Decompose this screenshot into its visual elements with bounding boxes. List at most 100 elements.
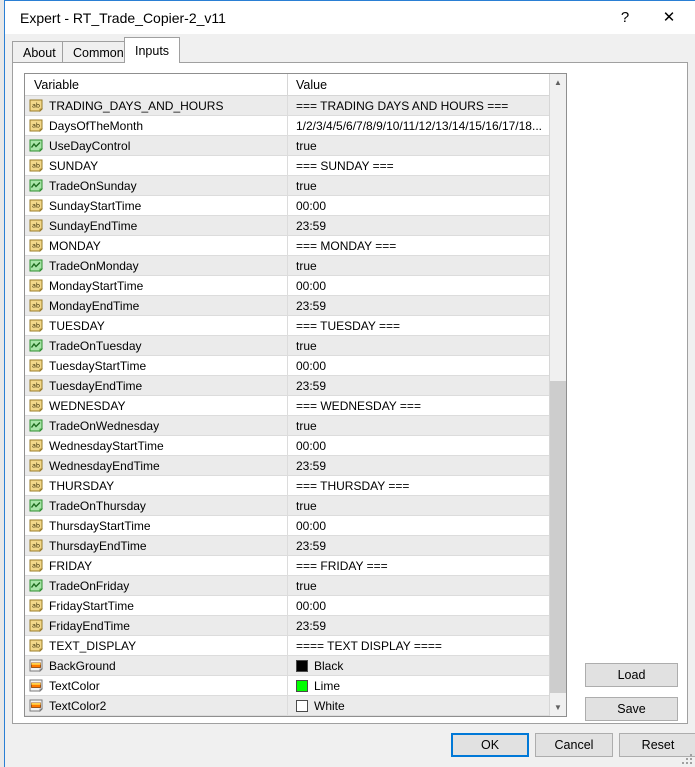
grid-cell-variable: ab MondayEndTime bbox=[25, 296, 287, 315]
grid-row[interactable]: ab SundayEndTime 23:59 bbox=[25, 216, 566, 236]
grid-cell-value[interactable]: 23:59 bbox=[287, 536, 547, 555]
grid-cell-value[interactable]: 23:59 bbox=[287, 376, 547, 395]
grid-row[interactable]: ab THURSDAY === THURSDAY === bbox=[25, 476, 566, 496]
grid-row[interactable]: BackGround Black bbox=[25, 656, 566, 676]
grid-cell-value[interactable]: === FRIDAY === bbox=[287, 556, 547, 575]
grid-row[interactable]: ab TEXT_DISPLAY ==== TEXT DISPLAY ==== bbox=[25, 636, 566, 656]
grid-row[interactable]: TradeOnSunday true bbox=[25, 176, 566, 196]
string-icon: ab bbox=[29, 119, 43, 133]
grid-row[interactable]: ab MONDAY === MONDAY === bbox=[25, 236, 566, 256]
tab-about[interactable]: About bbox=[12, 41, 67, 63]
value-text: === TUESDAY === bbox=[296, 318, 401, 333]
grid-row[interactable]: TextColor2 White bbox=[25, 696, 566, 716]
grid-row[interactable]: ab TuesdayEndTime 23:59 bbox=[25, 376, 566, 396]
value-text: true bbox=[296, 258, 317, 273]
grid-row[interactable]: ab TuesdayStartTime 00:00 bbox=[25, 356, 566, 376]
grid-row[interactable]: ab WEDNESDAY === WEDNESDAY === bbox=[25, 396, 566, 416]
grid-row[interactable]: ab FridayEndTime 23:59 bbox=[25, 616, 566, 636]
grid-cell-value[interactable]: === TRADING DAYS AND HOURS === bbox=[287, 96, 547, 115]
value-text: White bbox=[314, 698, 345, 713]
grid-cell-value[interactable]: true bbox=[287, 336, 547, 355]
value-text: Lime bbox=[314, 678, 341, 693]
grid-row[interactable]: ab WednesdayEndTime 23:59 bbox=[25, 456, 566, 476]
cancel-button[interactable]: Cancel bbox=[535, 733, 613, 757]
grid-cell-value[interactable]: === MONDAY === bbox=[287, 236, 547, 255]
grid-cell-value[interactable]: ==== TEXT DISPLAY ==== bbox=[287, 636, 547, 655]
grid-cell-variable: UseDayControl bbox=[25, 136, 287, 155]
save-button[interactable]: Save bbox=[585, 697, 678, 721]
grid-cell-value[interactable]: 23:59 bbox=[287, 456, 547, 475]
grid-row[interactable]: TextColor Lime bbox=[25, 676, 566, 696]
grid-cell-value[interactable]: true bbox=[287, 416, 547, 435]
scroll-down-button[interactable]: ▼ bbox=[550, 699, 566, 716]
close-button[interactable]: ✕ bbox=[647, 1, 691, 33]
grid-row[interactable]: UseDayControl true bbox=[25, 136, 566, 156]
grid-cell-value[interactable]: Lime bbox=[287, 676, 547, 695]
grid-row[interactable]: ab WednesdayStartTime 00:00 bbox=[25, 436, 566, 456]
grid-row[interactable]: TradeOnMonday true bbox=[25, 256, 566, 276]
grid-cell-value[interactable]: true bbox=[287, 136, 547, 155]
grid-cell-value[interactable]: true bbox=[287, 496, 547, 515]
grid-row[interactable]: TradeOnTuesday true bbox=[25, 336, 566, 356]
grid-cell-value[interactable]: Black bbox=[287, 656, 547, 675]
grid-row[interactable]: ab MondayEndTime 23:59 bbox=[25, 296, 566, 316]
svg-text:ab: ab bbox=[32, 481, 40, 489]
resize-grip[interactable] bbox=[680, 752, 692, 764]
string-icon: ab bbox=[29, 599, 43, 613]
grid-cell-variable: ab SUNDAY bbox=[25, 156, 287, 175]
grid-cell-value[interactable]: White bbox=[287, 696, 547, 715]
grid-cell-value[interactable]: === TUESDAY === bbox=[287, 316, 547, 335]
grid-row[interactable]: ab FRIDAY === FRIDAY === bbox=[25, 556, 566, 576]
grid-row[interactable]: TradeOnWednesday true bbox=[25, 416, 566, 436]
question-mark-icon: ? bbox=[620, 8, 630, 26]
grid-cell-value[interactable]: 23:59 bbox=[287, 216, 547, 235]
grid-cell-value[interactable]: 23:59 bbox=[287, 296, 547, 315]
svg-text:ab: ab bbox=[32, 121, 40, 129]
grid-row[interactable]: ab SUNDAY === SUNDAY === bbox=[25, 156, 566, 176]
grid-row[interactable]: ab TRADING_DAYS_AND_HOURS === TRADING DAYS… bbox=[25, 96, 566, 116]
grid-row[interactable]: ab DaysOfTheMonth 1/2/3/4/5/6/7/8/9/10/11/… bbox=[25, 116, 566, 136]
scroll-up-button[interactable]: ▲ bbox=[550, 74, 566, 91]
grid-row[interactable]: ab TUESDAY === TUESDAY === bbox=[25, 316, 566, 336]
screen: Expert - RT_Trade_Copier-2_v11 ? ✕ About… bbox=[0, 0, 695, 767]
grid-cell-value[interactable]: true bbox=[287, 256, 547, 275]
grid-cell-value[interactable]: true bbox=[287, 576, 547, 595]
grid-row[interactable]: ab MondayStartTime 00:00 bbox=[25, 276, 566, 296]
column-header-variable[interactable]: Variable bbox=[25, 74, 287, 95]
grid-cell-value[interactable]: 1/2/3/4/5/6/7/8/9/10/11/12/13/14/15/16/1… bbox=[287, 116, 547, 135]
tab-inputs[interactable]: Inputs bbox=[124, 37, 181, 63]
value-text: true bbox=[296, 578, 317, 593]
help-button[interactable]: ? bbox=[603, 1, 647, 33]
grid-cell-value[interactable]: === THURSDAY === bbox=[287, 476, 547, 495]
ok-button[interactable]: OK bbox=[451, 733, 529, 757]
grid-row[interactable]: ab FridayStartTime 00:00 bbox=[25, 596, 566, 616]
grid-cell-value[interactable]: 00:00 bbox=[287, 276, 547, 295]
grid-row[interactable]: ab SundayStartTime 00:00 bbox=[25, 196, 566, 216]
grid-cell-value[interactable]: 00:00 bbox=[287, 436, 547, 455]
grid-cell-value[interactable]: 00:00 bbox=[287, 196, 547, 215]
grid-cell-variable: ab WednesdayStartTime bbox=[25, 436, 287, 455]
grid-cell-value[interactable]: === WEDNESDAY === bbox=[287, 396, 547, 415]
grid-cell-value[interactable]: true bbox=[287, 176, 547, 195]
grid-row[interactable]: ab ThursdayEndTime 23:59 bbox=[25, 536, 566, 556]
svg-text:ab: ab bbox=[32, 241, 40, 249]
grid-row[interactable]: TradeOnThursday true bbox=[25, 496, 566, 516]
string-icon: ab bbox=[29, 479, 43, 493]
grid-vertical-scrollbar[interactable]: ▲ ▼ bbox=[549, 74, 566, 716]
color-icon bbox=[29, 699, 43, 713]
column-header-value[interactable]: Value bbox=[287, 74, 547, 95]
variable-name: TradeOnWednesday bbox=[49, 418, 160, 433]
load-button[interactable]: Load bbox=[585, 663, 678, 687]
grid-cell-value[interactable]: 23:59 bbox=[287, 616, 547, 635]
grid-cell-value[interactable]: 00:00 bbox=[287, 516, 547, 535]
grid-cell-value[interactable]: 00:00 bbox=[287, 596, 547, 615]
grid-cell-value[interactable]: 00:00 bbox=[287, 356, 547, 375]
grid-cell-variable: BackGround bbox=[25, 656, 287, 675]
grid-row[interactable]: ab ThursdayStartTime 00:00 bbox=[25, 516, 566, 536]
grid-cell-value[interactable]: === SUNDAY === bbox=[287, 156, 547, 175]
value-text: 23:59 bbox=[296, 378, 327, 393]
variable-name: THURSDAY bbox=[49, 478, 115, 493]
scrollbar-thumb[interactable] bbox=[550, 381, 566, 693]
grid-row[interactable]: TradeOnFriday true bbox=[25, 576, 566, 596]
tab-strip: About Common Inputs bbox=[5, 34, 695, 63]
